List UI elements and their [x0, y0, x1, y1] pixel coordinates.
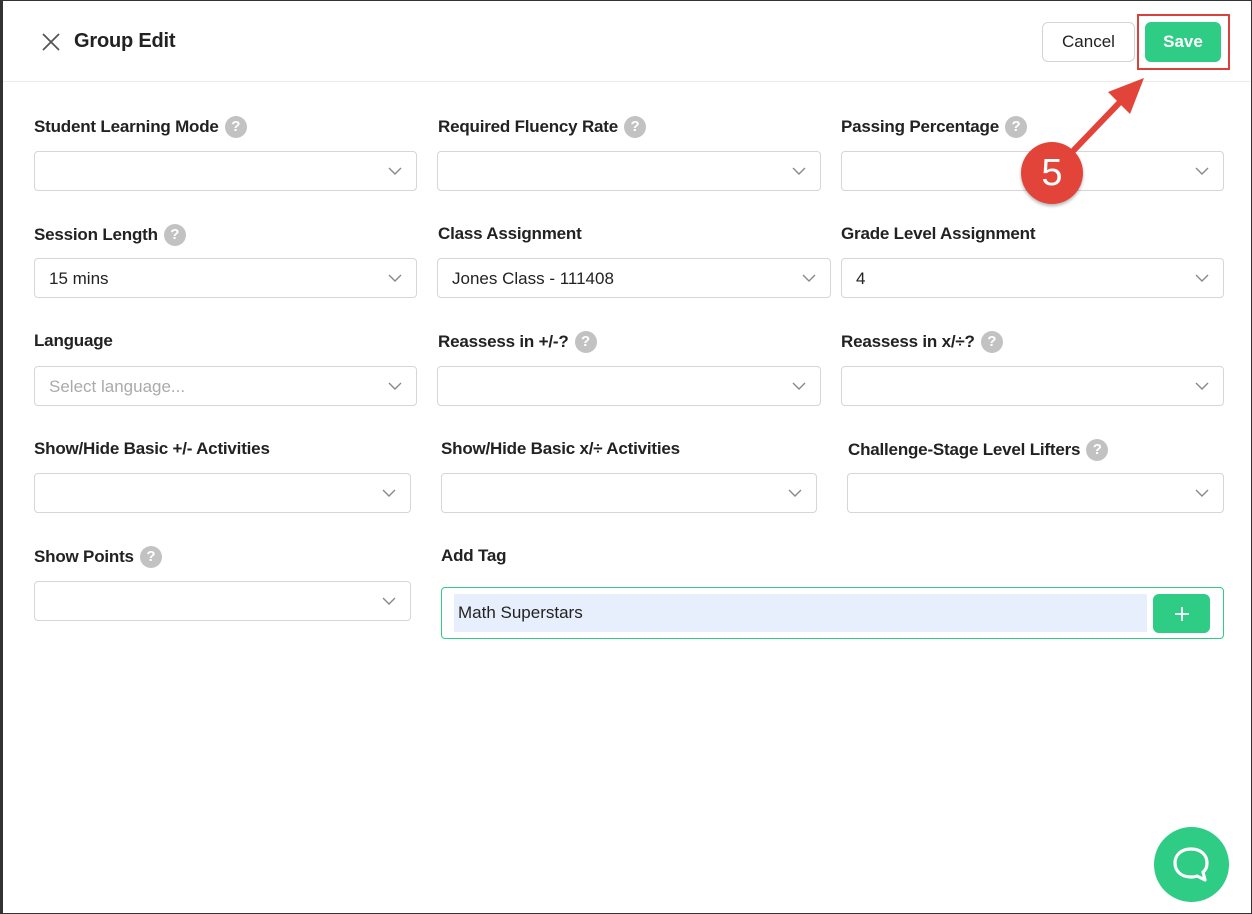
- help-icon[interactable]: ?: [163, 224, 186, 246]
- session-length-select[interactable]: 15 mins: [34, 258, 417, 298]
- add-tag-input[interactable]: [454, 594, 1147, 632]
- chevron-down-icon: [1195, 167, 1209, 175]
- student-learning-mode-label: Student Learning Mode ?: [34, 116, 247, 138]
- reassess-add-sub-label: Reassess in +/-? ?: [438, 331, 597, 353]
- chevron-down-icon: [388, 274, 402, 282]
- show-points-select[interactable]: [34, 581, 411, 621]
- chevron-down-icon: [1195, 274, 1209, 282]
- help-icon[interactable]: ?: [224, 116, 247, 138]
- chevron-down-icon: [1195, 382, 1209, 390]
- session-length-label: Session Length ?: [34, 224, 186, 246]
- passing-percentage-label: Passing Percentage ?: [841, 116, 1027, 138]
- help-icon[interactable]: ?: [624, 116, 647, 138]
- reassess-mul-div-label: Reassess in x/÷? ?: [841, 331, 1003, 353]
- help-icon[interactable]: ?: [139, 546, 162, 568]
- chat-support-button[interactable]: [1154, 827, 1229, 902]
- challenge-stage-level-lifters-select[interactable]: [847, 473, 1224, 513]
- show-hide-basic-add-sub-label: Show/Hide Basic +/- Activities: [34, 439, 270, 458]
- chevron-down-icon: [802, 274, 816, 282]
- grade-level-assignment-select[interactable]: 4: [841, 258, 1224, 298]
- step-number-badge: 5: [1021, 142, 1083, 204]
- add-tag-field: [441, 587, 1224, 639]
- chevron-down-icon: [792, 167, 806, 175]
- language-placeholder: Select language...: [49, 377, 186, 396]
- close-icon[interactable]: [39, 30, 63, 54]
- chevron-down-icon: [382, 597, 396, 605]
- chevron-down-icon: [792, 382, 806, 390]
- show-hide-basic-add-sub-select[interactable]: [34, 473, 411, 513]
- cancel-button[interactable]: Cancel: [1042, 22, 1135, 62]
- chevron-down-icon: [388, 167, 402, 175]
- help-icon[interactable]: ?: [1086, 439, 1109, 461]
- show-hide-basic-mul-div-label: Show/Hide Basic x/÷ Activities: [441, 439, 680, 458]
- required-fluency-rate-select[interactable]: [437, 151, 821, 191]
- chevron-down-icon: [382, 489, 396, 497]
- language-label: Language: [34, 331, 113, 350]
- chevron-down-icon: [788, 489, 802, 497]
- help-icon[interactable]: ?: [1004, 116, 1027, 138]
- reassess-add-sub-select[interactable]: [437, 366, 821, 406]
- class-assignment-label: Class Assignment: [438, 224, 582, 243]
- add-tag-button[interactable]: [1153, 594, 1210, 633]
- language-select[interactable]: Select language...: [34, 366, 417, 406]
- plus-icon: [1174, 606, 1189, 621]
- student-learning-mode-select[interactable]: [34, 151, 417, 191]
- show-hide-basic-mul-div-select[interactable]: [441, 473, 817, 513]
- challenge-stage-level-lifters-label: Challenge-Stage Level Lifters ?: [848, 439, 1109, 461]
- help-icon[interactable]: ?: [980, 331, 1003, 353]
- class-assignment-select[interactable]: Jones Class - 111408: [437, 258, 831, 298]
- add-tag-label: Add Tag: [441, 546, 507, 565]
- grade-level-assignment-label: Grade Level Assignment: [841, 224, 1036, 243]
- chevron-down-icon: [1195, 489, 1209, 497]
- show-points-label: Show Points ?: [34, 546, 162, 568]
- reassess-mul-div-select[interactable]: [841, 366, 1224, 406]
- save-button[interactable]: Save: [1145, 22, 1221, 62]
- help-icon[interactable]: ?: [574, 331, 597, 353]
- page-title: Group Edit: [74, 30, 176, 52]
- required-fluency-rate-label: Required Fluency Rate ?: [438, 116, 647, 138]
- chevron-down-icon: [388, 382, 402, 390]
- chat-icon: [1173, 847, 1209, 882]
